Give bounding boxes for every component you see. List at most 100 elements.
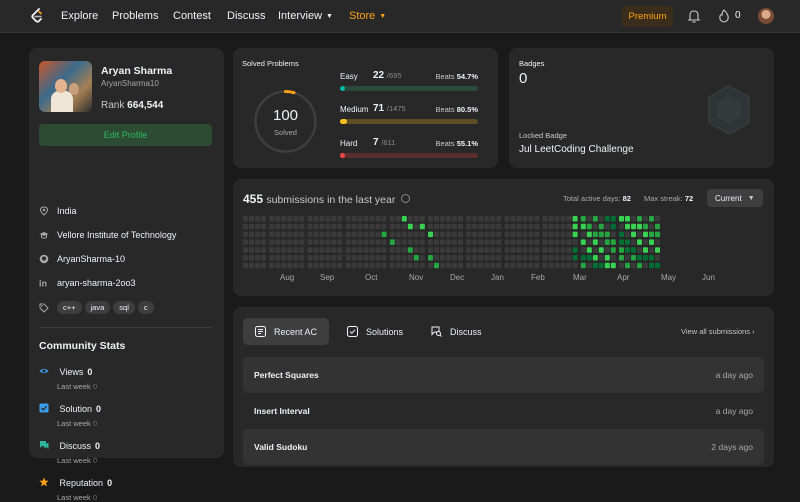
heatmap-cell[interactable] [472, 231, 478, 238]
heatmap-cell[interactable] [413, 223, 419, 230]
heatmap-cell[interactable] [534, 231, 540, 238]
heatmap-cell[interactable] [522, 255, 528, 261]
heatmap-cell[interactable] [619, 216, 624, 222]
heatmap-cell[interactable] [275, 223, 281, 230]
heatmap-cell[interactable] [625, 262, 630, 269]
heatmap-cell[interactable] [446, 216, 451, 222]
heatmap-cell[interactable] [466, 216, 472, 222]
heatmap-cell[interactable] [381, 262, 387, 269]
heatmap-cell[interactable] [510, 223, 516, 230]
heatmap-cell[interactable] [275, 239, 281, 245]
heatmap-cell[interactable] [249, 216, 254, 222]
heatmap-cell[interactable] [419, 255, 425, 261]
heatmap-cell[interactable] [655, 255, 660, 261]
heatmap-cell[interactable] [604, 223, 610, 230]
heatmap-cell[interactable] [307, 231, 313, 238]
heatmap-cell[interactable] [643, 239, 648, 245]
heatmap-cell[interactable] [516, 247, 522, 253]
heatmap-cell[interactable] [434, 247, 439, 253]
heatmap-cell[interactable] [625, 223, 630, 230]
heatmap-cell[interactable] [381, 223, 387, 230]
heatmap-cell[interactable] [243, 231, 248, 238]
heatmap-cell[interactable] [255, 239, 260, 245]
tab-discuss[interactable]: Discuss [419, 318, 494, 345]
heatmap-cell[interactable] [510, 216, 516, 222]
heatmap-cell[interactable] [446, 247, 451, 253]
heatmap-cell[interactable] [319, 262, 325, 269]
heatmap-cell[interactable] [319, 216, 325, 222]
heatmap-cell[interactable] [440, 255, 445, 261]
heatmap-cell[interactable] [446, 255, 451, 261]
heatmap-cell[interactable] [351, 247, 357, 253]
heatmap-cell[interactable] [592, 239, 598, 245]
heatmap-cell[interactable] [566, 231, 572, 238]
heatmap-cell[interactable] [395, 223, 401, 230]
tab-solutions[interactable]: Solutions [335, 318, 415, 345]
heatmap-cell[interactable] [255, 247, 260, 253]
heatmap-cell[interactable] [604, 239, 610, 245]
nav-contest[interactable]: Contest [173, 10, 211, 22]
heatmap-cell[interactable] [281, 255, 287, 261]
heatmap-cell[interactable] [580, 223, 586, 230]
heatmap-cell[interactable] [299, 223, 305, 230]
heatmap-cell[interactable] [345, 247, 351, 253]
heatmap-cell[interactable] [598, 262, 604, 269]
heatmap-cell[interactable] [484, 247, 490, 253]
heatmap-cell[interactable] [484, 262, 490, 269]
heatmap-cell[interactable] [610, 255, 616, 261]
heatmap-cell[interactable] [293, 231, 299, 238]
heatmap-cell[interactable] [345, 216, 351, 222]
heatmap-cell[interactable] [598, 223, 604, 230]
nav-problems[interactable]: Problems [112, 10, 158, 22]
heatmap-cell[interactable] [466, 231, 472, 238]
heatmap-cell[interactable] [243, 239, 248, 245]
heatmap-cell[interactable] [554, 262, 560, 269]
heatmap-cell[interactable] [625, 247, 630, 253]
heatmap-cell[interactable] [381, 255, 387, 261]
heatmap-cell[interactable] [351, 255, 357, 261]
heatmap-cell[interactable] [369, 255, 375, 261]
heatmap-cell[interactable] [604, 216, 610, 222]
heatmap-cell[interactable] [625, 231, 630, 238]
heatmap-cell[interactable] [255, 255, 260, 261]
heatmap-cell[interactable] [604, 231, 610, 238]
heatmap-cell[interactable] [255, 216, 260, 222]
heatmap-cell[interactable] [516, 255, 522, 261]
heatmap-cell[interactable] [428, 223, 433, 230]
heatmap-cell[interactable] [572, 247, 578, 253]
heatmap-cell[interactable] [452, 247, 457, 253]
heatmap-cell[interactable] [337, 223, 343, 230]
heatmap-cell[interactable] [592, 247, 598, 253]
heatmap-cell[interactable] [466, 262, 472, 269]
heatmap-cell[interactable] [548, 216, 554, 222]
heatmap-cell[interactable] [496, 239, 502, 245]
heatmap-cell[interactable] [631, 262, 636, 269]
heatmap-cell[interactable] [586, 223, 592, 230]
heatmap-cell[interactable] [566, 247, 572, 253]
heatmap-cell[interactable] [269, 231, 275, 238]
heatmap-cell[interactable] [472, 255, 478, 261]
heatmap-cell[interactable] [478, 231, 484, 238]
heatmap-cell[interactable] [572, 231, 578, 238]
heatmap-cell[interactable] [586, 262, 592, 269]
heatmap-cell[interactable] [560, 223, 566, 230]
heatmap-cell[interactable] [631, 216, 636, 222]
heatmap-cell[interactable] [472, 262, 478, 269]
heatmap-cell[interactable] [542, 231, 548, 238]
heatmap-cell[interactable] [604, 262, 610, 269]
fire-icon[interactable] [718, 9, 730, 23]
heatmap-cell[interactable] [592, 255, 598, 261]
heatmap-cell[interactable] [496, 223, 502, 230]
heatmap-cell[interactable] [440, 239, 445, 245]
heatmap-cell[interactable] [510, 262, 516, 269]
heatmap-cell[interactable] [522, 216, 528, 222]
heatmap-cell[interactable] [490, 239, 496, 245]
heatmap-cell[interactable] [655, 223, 660, 230]
heatmap-cell[interactable] [331, 223, 337, 230]
heatmap-cell[interactable] [375, 262, 381, 269]
heatmap-cell[interactable] [637, 223, 642, 230]
heatmap-cell[interactable] [458, 262, 463, 269]
heatmap-cell[interactable] [261, 223, 266, 230]
heatmap-cell[interactable] [293, 255, 299, 261]
heatmap-cell[interactable] [496, 231, 502, 238]
